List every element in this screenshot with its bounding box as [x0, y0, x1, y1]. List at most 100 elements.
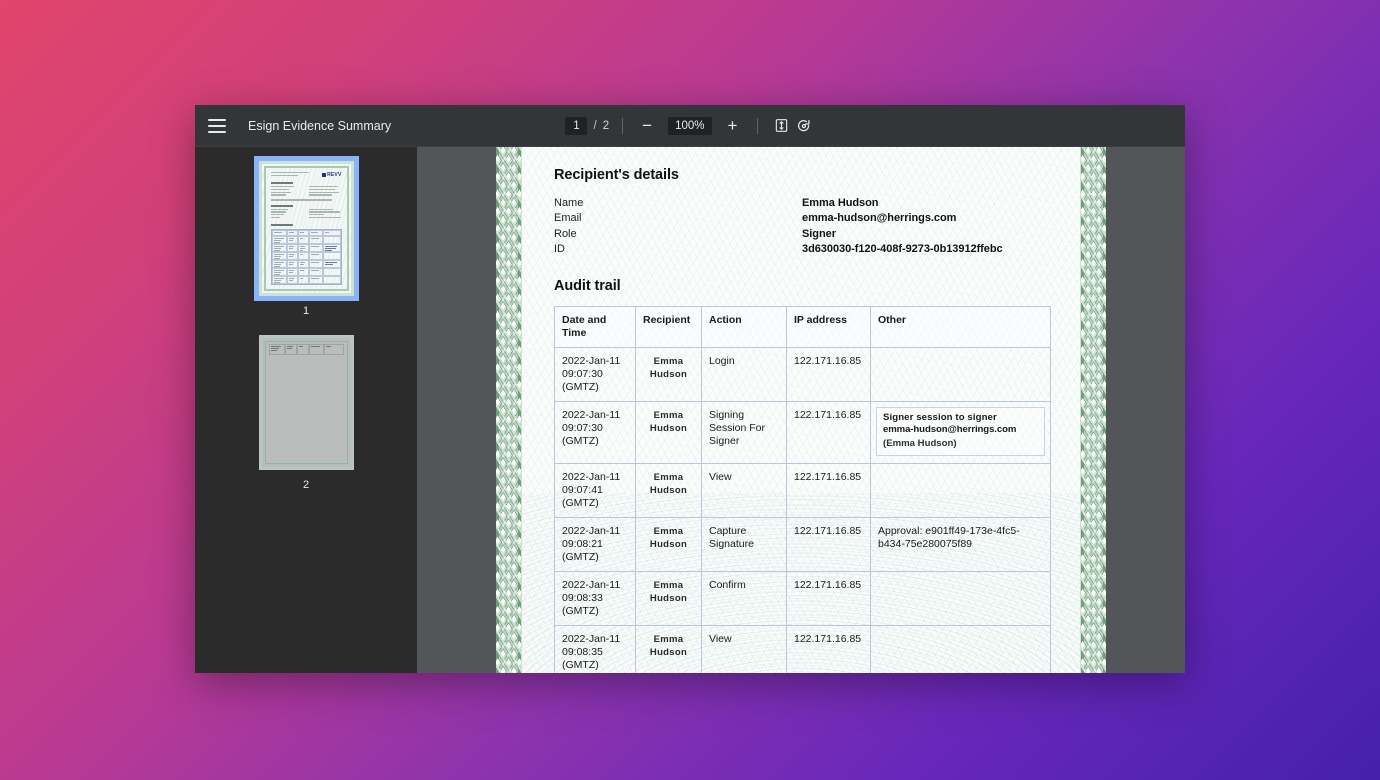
audit-trail-table: Date and Time Recipient Action IP addres… — [554, 305, 1051, 673]
pdf-viewer-window: Esign Evidence Summary 1 / 2 − 100% + RE… — [195, 105, 1185, 673]
viewer-body: REVV 1 2 Recipient's details Name Emma H… — [195, 147, 1185, 673]
recipient-field-role-value: Signer — [802, 227, 836, 240]
cell-action: Login — [701, 346, 787, 402]
minus-icon: − — [642, 116, 653, 135]
rotate-icon — [796, 118, 812, 134]
cell-action: Signing Session For Signer — [701, 400, 787, 465]
toolbar-divider-1 — [622, 117, 624, 134]
zoom-in-button[interactable]: + — [722, 115, 744, 137]
thumbnail-page1-table — [270, 228, 342, 285]
thumbnail-page1-content: REVV — [267, 169, 346, 288]
recipient-field-role-label: Role — [554, 227, 577, 240]
fit-to-page-button[interactable] — [771, 115, 793, 137]
cell-other — [870, 571, 1051, 627]
page-thumbnail-1[interactable]: REVV — [253, 156, 359, 301]
thumbnail-page1-preview: REVV — [258, 161, 354, 296]
revv-logo-thumbnail: REVV — [322, 172, 341, 178]
column-header-other: Other — [870, 305, 1051, 348]
cell-date-time: 2022-Jan-11 09:07:30 (GMTZ) — [554, 346, 636, 402]
cell-other — [870, 625, 1051, 673]
hamburger-menu-icon[interactable] — [208, 118, 226, 133]
cell-ip-address: 122.171.16.85 — [786, 463, 871, 519]
recipient-field-id-label: ID — [554, 243, 565, 256]
thumbnail-label-2: 2 — [302, 479, 310, 491]
cell-other — [870, 346, 1051, 402]
zoom-level-input[interactable]: 100% — [668, 116, 712, 135]
recipient-field-id: ID 3d630030-f120-408f-9273-0b13912ffebc — [554, 242, 1062, 257]
thumbnail-page1-header: REVV — [270, 172, 342, 178]
recipient-details-list: Name Emma Hudson Email emma-hudson@herri… — [554, 196, 1062, 258]
cell-recipient: Emma Hudson — [635, 346, 702, 402]
thumbnail-page1-section-1 — [270, 182, 342, 201]
column-header-action: Action — [701, 305, 787, 348]
audit-table-body: 2022-Jan-11 09:07:30 (GMTZ) Emma Hudson … — [554, 346, 1051, 673]
page-thumbnail-2[interactable] — [258, 335, 354, 470]
recipient-field-name-value: Emma Hudson — [802, 197, 879, 209]
cell-date-time: 2022-Jan-11 09:08:33 (GMTZ) — [554, 571, 636, 627]
cell-other — [870, 463, 1051, 519]
table-row: 2022-Jan-11 09:07:30 (GMTZ) Emma Hudson … — [554, 346, 1051, 402]
cell-recipient: Emma Hudson — [635, 571, 702, 627]
thumbnail-page2-preview — [258, 335, 354, 470]
cell-action: View — [701, 625, 787, 673]
toolbar-left-group: Esign Evidence Summary — [195, 118, 392, 133]
page-content: Recipient's details Name Emma Hudson Ema… — [496, 147, 1106, 673]
thumbnail-page1-heading-lines — [270, 172, 309, 178]
thumbnail-page2-table — [268, 344, 344, 355]
cell-other: Signer session to signer emma-hudson@her… — [870, 400, 1051, 465]
signer-session-line-3: (Emma Hudson) — [883, 438, 957, 450]
viewer-toolbar: Esign Evidence Summary 1 / 2 − 100% + — [195, 105, 1185, 147]
cell-date-time: 2022-Jan-11 09:08:21 (GMTZ) — [554, 517, 636, 573]
cell-ip-address: 122.171.16.85 — [786, 346, 871, 402]
cell-action: Capture Signature — [701, 517, 787, 573]
rotate-button[interactable] — [793, 115, 815, 137]
cell-date-time: 2022-Jan-11 09:08:35 (GMTZ) — [554, 625, 636, 673]
thumbnail-item-1[interactable]: REVV 1 — [195, 156, 417, 329]
cell-ip-address: 122.171.16.85 — [786, 571, 871, 627]
recipient-field-email-label: Email — [554, 212, 582, 225]
cell-date-time: 2022-Jan-11 09:07:41 (GMTZ) — [554, 463, 636, 519]
recipient-field-name-label: Name — [554, 197, 584, 209]
recipient-field-id-value: 3d630030-f120-408f-9273-0b13912ffebc — [802, 243, 1003, 256]
thumbnail-sidebar[interactable]: REVV 1 2 — [195, 147, 417, 673]
recipient-field-email: Email emma-hudson@herrings.com — [554, 211, 1062, 226]
cell-ip-address: 122.171.16.85 — [786, 400, 871, 465]
toolbar-divider-2 — [756, 117, 758, 134]
page-separator: / — [593, 119, 597, 132]
fit-to-page-icon — [774, 118, 789, 133]
total-pages-label: 2 — [602, 119, 610, 132]
zoom-out-button[interactable]: − — [636, 115, 658, 137]
thumbnail-item-2[interactable]: 2 — [195, 335, 417, 503]
recipient-field-role: Role Signer — [554, 227, 1062, 242]
cell-ip-address: 122.171.16.85 — [786, 625, 871, 673]
table-row: 2022-Jan-11 09:07:30 (GMTZ) Emma Hudson … — [554, 400, 1051, 465]
cell-date-time: 2022-Jan-11 09:07:30 (GMTZ) — [554, 400, 636, 465]
cell-action: Confirm — [701, 571, 787, 627]
thumbnail-label-1: 1 — [302, 305, 310, 317]
document-title: Esign Evidence Summary — [248, 118, 392, 133]
recipient-field-name: Name Emma Hudson — [554, 196, 1062, 211]
cell-other: Approval: e901ff49-173e-4fc5-b434-75e280… — [870, 517, 1051, 573]
audit-trail-title: Audit trail — [554, 277, 621, 294]
document-page-1: Recipient's details Name Emma Hudson Ema… — [496, 147, 1106, 673]
column-header-date-time: Date and Time — [554, 305, 636, 348]
column-header-recipient: Recipient — [635, 305, 702, 348]
cell-recipient: Emma Hudson — [635, 625, 702, 673]
cell-recipient: Emma Hudson — [635, 517, 702, 573]
page-number-input[interactable]: 1 — [565, 116, 588, 135]
revv-logo-text: REVV — [327, 172, 342, 178]
table-row: 2022-Jan-11 09:08:35 (GMTZ) Emma Hudson … — [554, 625, 1051, 673]
table-row: 2022-Jan-11 09:08:21 (GMTZ) Emma Hudson … — [554, 517, 1051, 573]
recipient-details-title: Recipient's details — [554, 167, 679, 183]
signer-session-line-2: emma-hudson@herrings.com — [883, 423, 1017, 435]
cell-action: View — [701, 463, 787, 519]
recipient-field-email-value: emma-hudson@herrings.com — [802, 212, 957, 225]
audit-table-header-row: Date and Time Recipient Action IP addres… — [554, 305, 1051, 348]
signer-session-box: Signer session to signer emma-hudson@her… — [876, 406, 1045, 457]
column-header-ip-address: IP address — [786, 305, 871, 348]
document-stage[interactable]: Recipient's details Name Emma Hudson Ema… — [417, 147, 1185, 673]
table-row: 2022-Jan-11 09:08:33 (GMTZ) Emma Hudson … — [554, 571, 1051, 627]
cell-ip-address: 122.171.16.85 — [786, 517, 871, 573]
cell-recipient: Emma Hudson — [635, 463, 702, 519]
thumbnail-page2-border — [264, 341, 348, 464]
